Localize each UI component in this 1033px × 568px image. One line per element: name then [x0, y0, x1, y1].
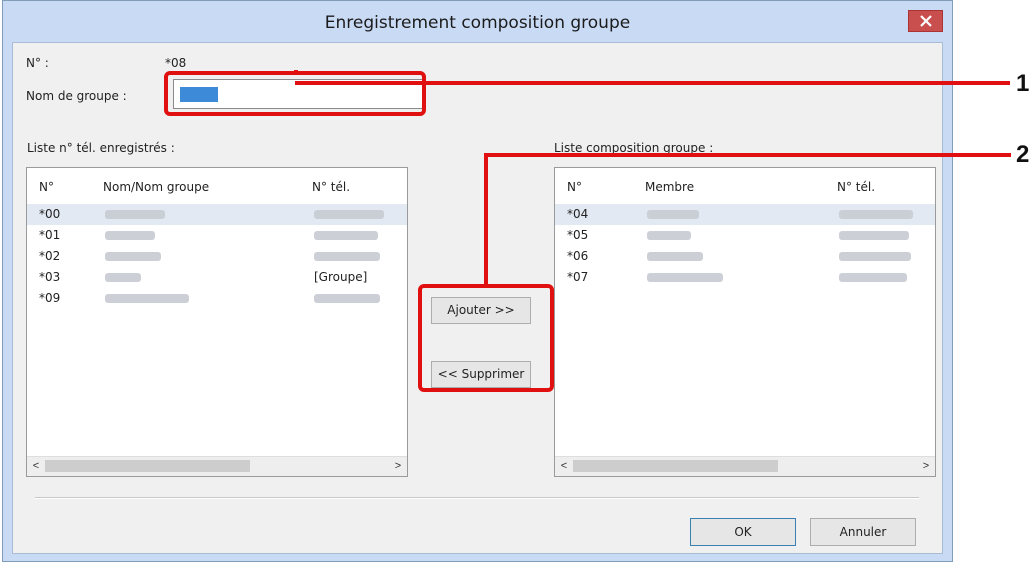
callout-number-1: 1	[1016, 70, 1030, 97]
column-header-name[interactable]: Nom/Nom groupe	[103, 180, 209, 194]
row-number: *02	[39, 249, 61, 263]
list-item[interactable]: *09	[27, 288, 407, 309]
cancel-button[interactable]: Annuler	[810, 518, 916, 546]
column-header-no[interactable]: N°	[567, 180, 582, 194]
callout-number-2: 2	[1016, 141, 1030, 168]
blurred-tel	[314, 231, 378, 240]
scroll-right-icon[interactable]: >	[389, 458, 407, 475]
list-item[interactable]: *00	[27, 204, 407, 225]
list-item[interactable]: *02	[27, 246, 407, 267]
row-number: *06	[567, 249, 589, 263]
row-number: *00	[39, 207, 61, 221]
blurred-name	[105, 210, 165, 219]
scroll-thumb[interactable]	[45, 460, 250, 472]
column-header-tel[interactable]: N° tél.	[312, 180, 350, 194]
close-icon	[919, 15, 932, 27]
list-header: N° Membre N° tél.	[555, 168, 935, 202]
scroll-left-icon[interactable]: <	[555, 458, 573, 475]
separator	[35, 497, 919, 499]
blurred-tel	[314, 252, 380, 261]
scroll-left-icon[interactable]: <	[27, 458, 45, 475]
blurred-tel	[839, 210, 913, 219]
callout-line-1-horizontal	[295, 81, 1010, 85]
horizontal-scrollbar[interactable]: < >	[27, 456, 407, 476]
blurred-tel	[839, 252, 911, 261]
row-number: *09	[39, 291, 61, 305]
list-item[interactable]: *01	[27, 225, 407, 246]
row-number: *04	[567, 207, 589, 221]
blurred-name	[647, 273, 723, 282]
ok-button[interactable]: OK	[690, 518, 796, 546]
callout-line-2-vertical	[484, 153, 488, 285]
number-value: *08	[165, 56, 187, 70]
horizontal-scrollbar[interactable]: < >	[555, 456, 935, 476]
number-label: N° :	[26, 56, 49, 70]
blurred-name	[105, 273, 141, 282]
row-tel: [Groupe]	[314, 270, 368, 284]
blurred-name	[647, 231, 691, 240]
row-number: *05	[567, 228, 589, 242]
list-item[interactable]: *03 [Groupe]	[27, 267, 407, 288]
list-item[interactable]: *07	[555, 267, 935, 288]
scroll-thumb[interactable]	[573, 460, 778, 472]
row-number: *03	[39, 270, 61, 284]
callout-box-buttons	[418, 284, 554, 392]
left-list-title: Liste n° tél. enregistrés :	[27, 141, 175, 155]
list-item[interactable]: *04	[555, 204, 935, 225]
registered-numbers-list[interactable]: N° Nom/Nom groupe N° tél. *00 *01 *02 *0…	[26, 167, 408, 477]
blurred-tel	[839, 231, 909, 240]
blurred-name	[105, 252, 161, 261]
blurred-name	[647, 210, 699, 219]
row-number: *01	[39, 228, 61, 242]
blurred-name	[647, 252, 703, 261]
dialog-title: Enregistrement composition groupe	[324, 13, 631, 33]
callout-line-2-horizontal	[484, 153, 1011, 157]
blurred-tel	[314, 294, 380, 303]
blurred-name	[105, 231, 155, 240]
list-header: N° Nom/Nom groupe N° tél.	[27, 168, 407, 202]
list-item[interactable]: *05	[555, 225, 935, 246]
scroll-right-icon[interactable]: >	[917, 458, 935, 475]
group-name-label: Nom de groupe :	[26, 89, 127, 103]
column-header-member[interactable]: Membre	[645, 180, 694, 194]
callout-line	[294, 70, 298, 71]
title-bar[interactable]: Enregistrement composition groupe	[3, 1, 952, 43]
column-header-tel[interactable]: N° tél.	[837, 180, 875, 194]
blurred-name	[105, 294, 189, 303]
column-header-no[interactable]: N°	[39, 180, 54, 194]
group-members-list[interactable]: N° Membre N° tél. *04 *05 *06 *07 < >	[554, 167, 936, 477]
blurred-tel	[839, 273, 907, 282]
list-item[interactable]: *06	[555, 246, 935, 267]
callout-box-group-name	[164, 71, 426, 116]
blurred-tel	[314, 210, 384, 219]
row-number: *07	[567, 270, 589, 284]
close-button[interactable]	[908, 10, 943, 32]
